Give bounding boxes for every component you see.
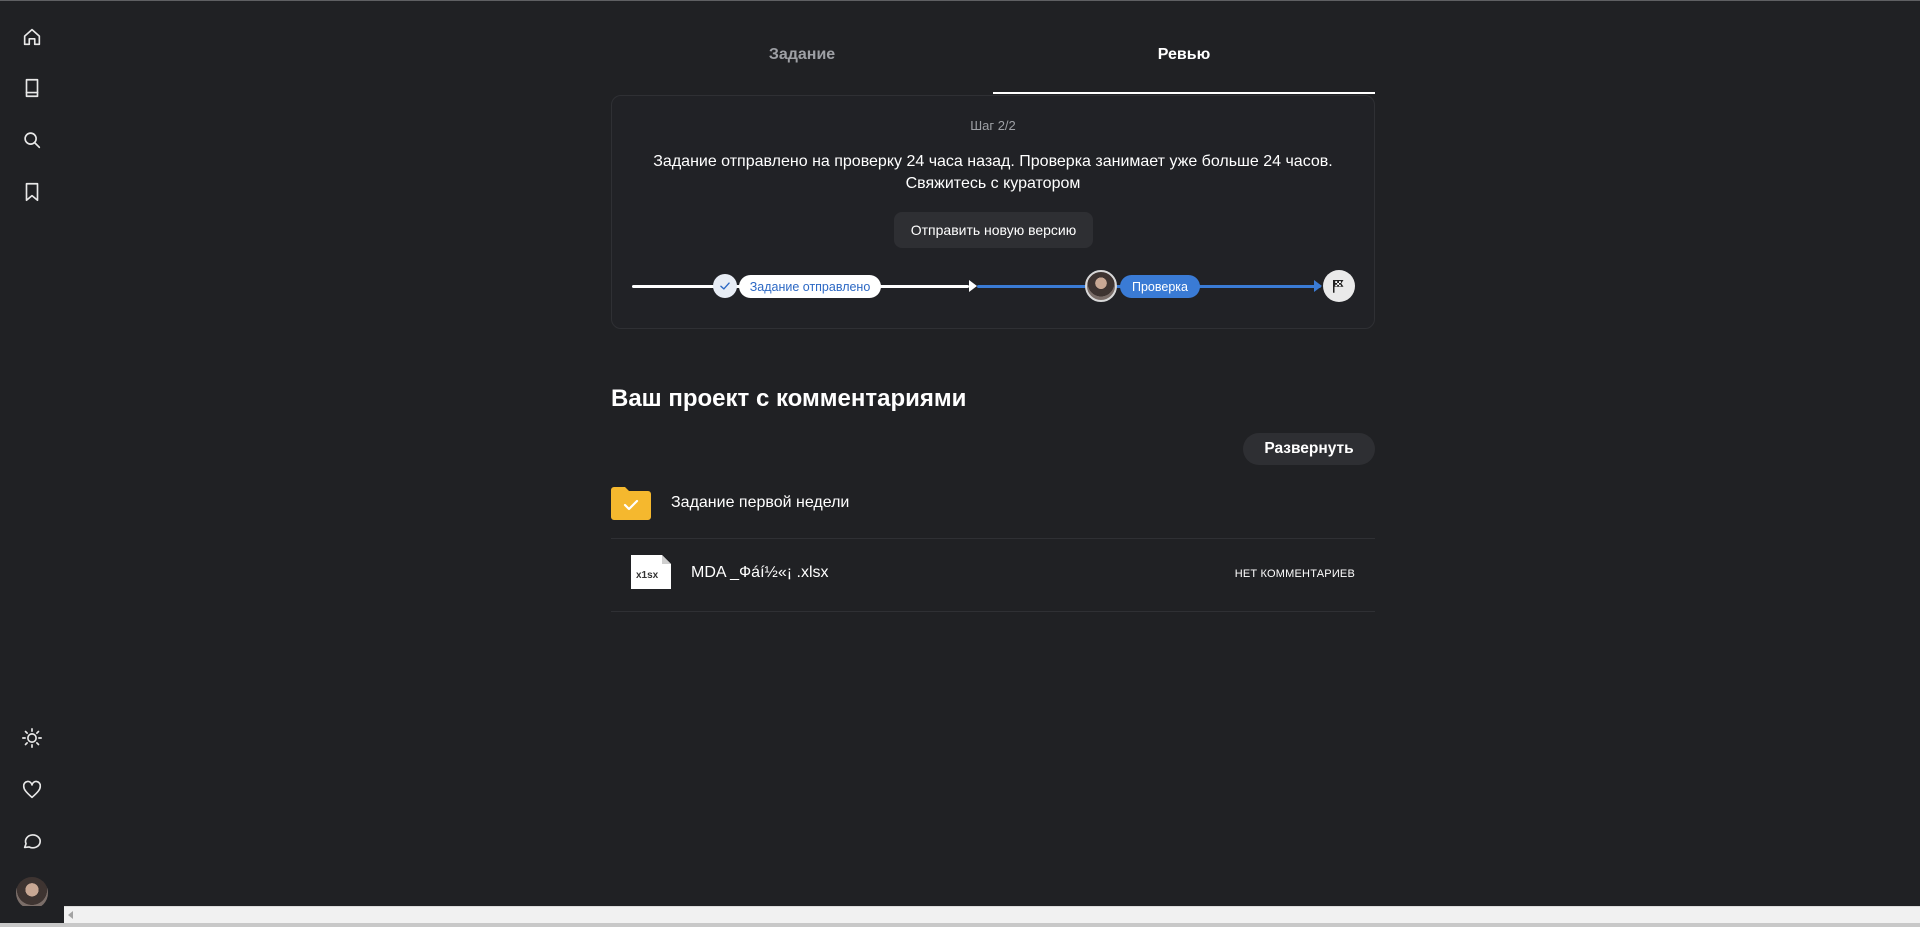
step-indicator: Шаг 2/2 <box>970 118 1016 133</box>
check-icon <box>713 274 737 298</box>
stage-review-badge: Проверка <box>1120 275 1200 298</box>
sidebar-bottom <box>0 906 64 923</box>
reviewer-avatar <box>1085 270 1117 302</box>
home-icon[interactable] <box>18 23 46 51</box>
file-row[interactable]: x1sx MDA _Фáí½«¡ .xlsx НЕТ КОММЕНТАРИЕВ <box>611 539 1375 611</box>
expand-button[interactable]: Развернуть <box>1243 433 1375 465</box>
folder-row[interactable]: Задание первой недели <box>611 484 1375 536</box>
status-line-2: Свяжитесь с куратором <box>905 175 1081 192</box>
folder-name: Задание первой недели <box>671 494 850 511</box>
arrow-right-icon <box>969 280 977 292</box>
chat-icon[interactable] <box>18 827 46 855</box>
window-top-border <box>0 0 1920 1</box>
file-icon-label: x1sx <box>636 570 659 581</box>
horizontal-scrollbar[interactable] <box>64 906 1920 923</box>
folder-check-icon <box>611 487 651 520</box>
user-avatar[interactable] <box>16 877 48 909</box>
bookmark-icon[interactable] <box>18 178 46 206</box>
xlsx-file-icon: x1sx <box>631 555 671 589</box>
stage-sent-badge: Задание отправлено <box>739 275 881 298</box>
window-bottom-border <box>0 923 1920 927</box>
search-icon[interactable] <box>18 126 46 154</box>
status-message: Задание отправлено на проверку 24 часа н… <box>612 151 1374 195</box>
heart-icon[interactable] <box>18 776 46 804</box>
tab-review[interactable]: Ревью <box>993 30 1375 94</box>
file-name: MDA _Фáí½«¡ .xlsx <box>691 564 829 581</box>
divider <box>611 611 1375 612</box>
book-icon[interactable] <box>18 74 46 102</box>
finish-flag-icon <box>1323 270 1355 302</box>
scroll-left-arrow-icon[interactable] <box>68 911 73 919</box>
sun-icon[interactable] <box>18 724 46 752</box>
tab-task[interactable]: Задание <box>611 30 993 94</box>
tabs: Задание Ревью <box>611 30 1375 94</box>
review-status-card: Шаг 2/2 Задание отправлено на проверку 2… <box>611 95 1375 329</box>
sidebar <box>0 1 64 909</box>
review-progress: Задание отправлено Проверка <box>612 266 1374 306</box>
status-line-1: Задание отправлено на проверку 24 часа н… <box>653 153 1333 170</box>
file-comments-status: НЕТ КОММЕНТАРИЕВ <box>1234 568 1355 580</box>
send-new-version-button[interactable]: Отправить новую версию <box>894 212 1093 248</box>
arrow-right-icon <box>1314 280 1322 292</box>
project-section-title: Ваш проект с комментариями <box>611 385 967 412</box>
active-tab-underline <box>993 92 1375 94</box>
